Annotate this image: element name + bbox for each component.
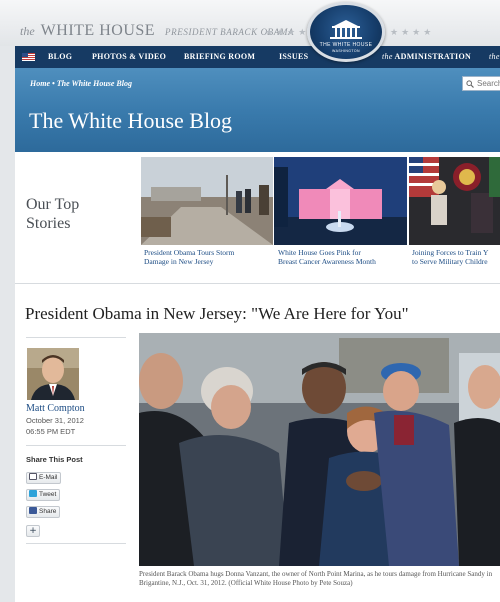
share-heading: Share This Post bbox=[26, 455, 83, 464]
story-thumbnail-joining-forces[interactable] bbox=[409, 157, 500, 245]
seal-title: THE WHITE HOUSE bbox=[319, 42, 373, 48]
top-stories-heading-line1: Our Top bbox=[26, 196, 80, 213]
email-share-button[interactable]: E-Mail bbox=[26, 472, 62, 484]
seal-subtitle: WASHINGTON bbox=[332, 49, 360, 53]
author-avatar[interactable] bbox=[27, 348, 79, 400]
search-input[interactable]: Search bbox=[462, 76, 500, 91]
blog-banner: Home • The White House Blog Search The W… bbox=[15, 68, 500, 152]
nav-blog[interactable]: BLOG bbox=[48, 52, 72, 61]
stars-left-decoration: ★★★★ bbox=[265, 28, 310, 38]
story-caption-storm[interactable]: President Obama Tours Storm Damage in Ne… bbox=[144, 248, 273, 266]
top-stories-heading-line2: Stories bbox=[26, 215, 71, 232]
facebook-icon bbox=[29, 507, 37, 514]
email-share-label: E-Mail bbox=[39, 474, 58, 481]
story-thumbnail-pink[interactable] bbox=[274, 157, 407, 245]
main-nav: BLOG PHOTOS & VIDEO BRIEFING ROOM ISSUES… bbox=[15, 46, 500, 68]
photo-caption: President Barack Obama hugs Donna Vanzan… bbox=[139, 570, 493, 587]
facebook-share-label: Share bbox=[39, 508, 57, 515]
envelope-icon bbox=[29, 473, 37, 480]
story-caption-joining-forces-line2: to Serve Military Childre bbox=[412, 257, 488, 266]
post-time: 06:55 PM EDT bbox=[26, 427, 76, 436]
story-caption-pink[interactable]: White House Goes Pink for Breast Cancer … bbox=[278, 248, 407, 266]
nav-administration-the: the bbox=[382, 52, 393, 61]
story-caption-pink-line2: Breast Cancer Awareness Month bbox=[278, 257, 376, 266]
section-divider bbox=[15, 283, 500, 284]
nav-administration-label: ADMINISTRATION bbox=[394, 52, 472, 61]
main-post-photo[interactable] bbox=[139, 333, 500, 566]
nav-issues[interactable]: ISSUES bbox=[279, 52, 308, 61]
story-caption-joining-forces-line1: Joining Forces to Train Y bbox=[412, 248, 489, 257]
nav-photos-video[interactable]: PHOTOS & VIDEO bbox=[92, 52, 166, 61]
top-stories-heading: Our Top Stories bbox=[26, 195, 126, 233]
brand-name: WHITE HOUSE bbox=[40, 22, 156, 39]
page-title: The White House Blog bbox=[29, 108, 233, 133]
share-top-rule bbox=[26, 445, 126, 446]
stars-right-decoration: ★★★★ bbox=[390, 28, 435, 38]
story-caption-storm-line2: Damage in New Jersey bbox=[144, 257, 214, 266]
us-flag-icon bbox=[22, 53, 35, 61]
tweet-label: Tweet bbox=[39, 491, 57, 498]
nav-overflow-item[interactable]: the bbox=[489, 52, 500, 61]
post-title[interactable]: President Obama in New Jersey: "We Are H… bbox=[25, 304, 409, 324]
author-name[interactable]: Matt Compton bbox=[26, 403, 85, 414]
twitter-bird-icon bbox=[29, 490, 37, 497]
search-icon bbox=[466, 80, 474, 88]
white-house-icon bbox=[330, 20, 362, 39]
more-share-button[interactable]: + bbox=[26, 525, 40, 537]
story-caption-storm-line1: President Obama Tours Storm bbox=[144, 248, 235, 257]
brand-the: the bbox=[20, 24, 35, 38]
nav-administration[interactable]: the ADMINISTRATION bbox=[382, 52, 471, 61]
author-top-rule bbox=[26, 337, 126, 338]
breadcrumb[interactable]: Home • The White House Blog bbox=[30, 79, 132, 88]
story-caption-pink-line1: White House Goes Pink for bbox=[278, 248, 361, 257]
content-area: Our Top Stories President Obama Tours St… bbox=[15, 152, 500, 602]
story-caption-joining-forces[interactable]: Joining Forces to Train Y to Serve Milit… bbox=[412, 248, 500, 266]
search-placeholder: Search bbox=[477, 79, 500, 88]
tweet-button[interactable]: Tweet bbox=[26, 489, 61, 501]
nav-briefing-room[interactable]: BRIEFING ROOM bbox=[184, 52, 255, 61]
share-bottom-rule bbox=[26, 543, 126, 544]
facebook-share-button[interactable]: Share bbox=[26, 506, 61, 518]
post-date: October 31, 2012 bbox=[26, 416, 84, 425]
story-thumbnail-storm[interactable] bbox=[141, 157, 273, 245]
white-house-seal-logo[interactable]: THE WHITE HOUSE WASHINGTON bbox=[307, 2, 385, 62]
masthead: the WHITE HOUSE PRESIDENT BARACK OBAMA ★… bbox=[0, 0, 500, 46]
site-brand[interactable]: the WHITE HOUSE PRESIDENT BARACK OBAMA bbox=[20, 22, 294, 40]
